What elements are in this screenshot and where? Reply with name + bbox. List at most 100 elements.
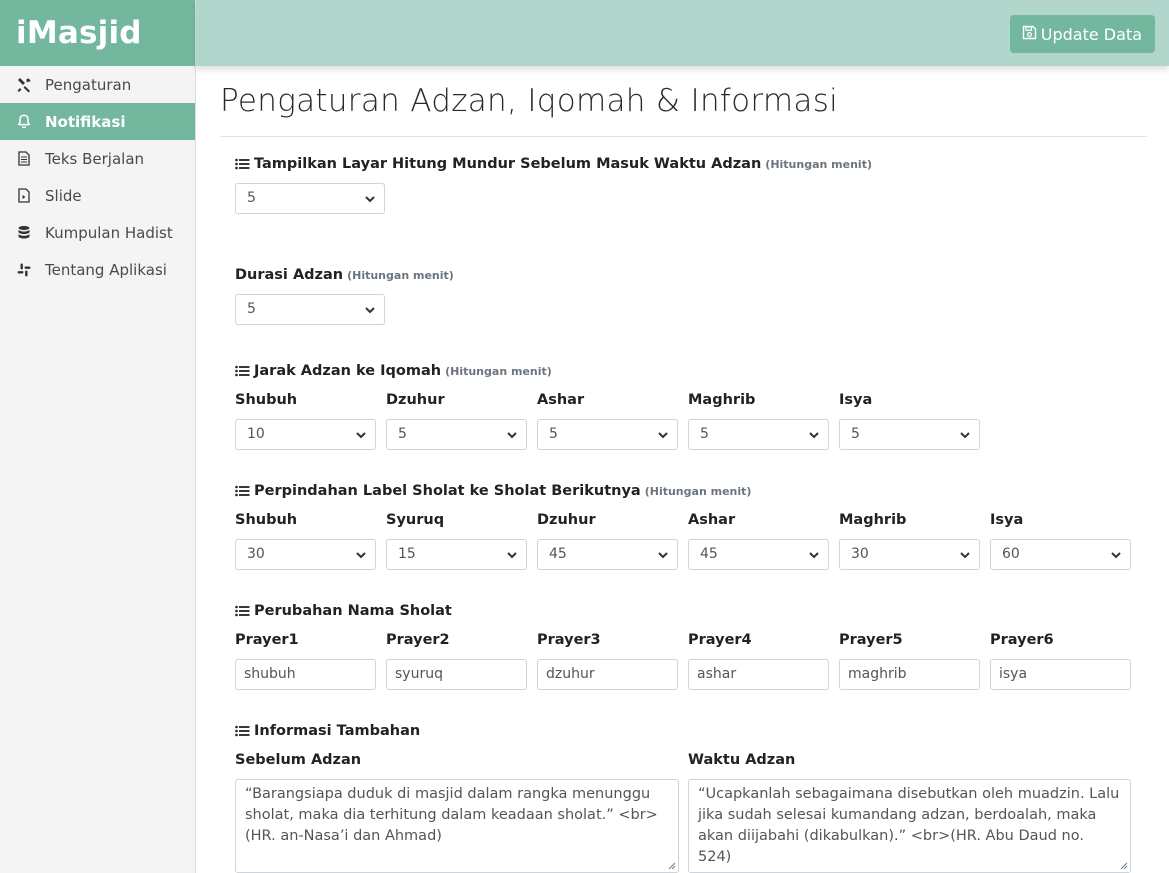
prayer-name-5: Prayer5 maghrib — [839, 630, 980, 690]
list-icon — [235, 158, 250, 170]
field-label: Waktu Adzan — [688, 752, 796, 768]
field-label: Ashar — [688, 512, 736, 528]
label-shift-hint: (Hitungan menit) — [644, 484, 752, 498]
resize-grip-icon[interactable] — [667, 861, 676, 870]
list-icon — [235, 485, 250, 497]
extra-info-section: Informasi Tambahan Sebelum Adzan “Barang… — [220, 721, 1147, 873]
chevron-down-icon — [365, 307, 375, 314]
field-label: Dzuhur — [537, 512, 596, 528]
chevron-down-icon — [960, 552, 970, 559]
adzan-duration-heading: Durasi Adzan (Hitungan menit) — [235, 265, 1147, 285]
countdown-select[interactable]: 5 — [235, 183, 385, 214]
iqomah-gap-isya: Isya 5 — [839, 390, 980, 450]
select-value: 5 — [398, 426, 407, 442]
update-data-label: Update Data — [1040, 24, 1142, 44]
field-label: Prayer3 — [537, 632, 601, 648]
iqomah-gap-dzuhur-select[interactable]: 5 — [386, 419, 527, 450]
label-shift-maghrib: Maghrib 30 — [839, 510, 980, 570]
label-shift-grid: Shubuh 30 Syuruq 15 Dzuhur 45 Ashar 45 M… — [235, 510, 1147, 570]
page-title: Pengaturan Adzan, Iqomah & Informasi — [220, 83, 839, 119]
iqomah-gap-ashar-select[interactable]: 5 — [537, 419, 678, 450]
label-shift-ashar: Ashar 45 — [688, 510, 829, 570]
resize-grip-icon[interactable] — [1119, 861, 1128, 870]
iqomah-gap-ashar: Ashar 5 — [537, 390, 678, 450]
field-label: Maghrib — [688, 392, 756, 408]
list-icon — [235, 605, 250, 617]
iqomah-gap-maghrib: Maghrib 5 — [688, 390, 829, 450]
sidebar-item-label: Tentang Aplikasi — [45, 260, 167, 279]
prayer-name-6: Prayer6 isya — [990, 630, 1131, 690]
field-label: Ashar — [537, 392, 585, 408]
sidebar-item-slide[interactable]: Slide — [0, 177, 195, 214]
brand-logo[interactable]: iMasjid — [0, 0, 195, 66]
prayer6-input[interactable]: isya — [990, 659, 1131, 690]
prayer-names-grid: Prayer1 shubuh Prayer2 syuruq Prayer3 dz… — [235, 630, 1147, 690]
select-value: 60 — [1002, 546, 1020, 562]
during-adzan-textarea[interactable]: “Ucapkanlah sebagaimana disebutkan oleh … — [688, 779, 1131, 873]
iqomah-gap-maghrib-select[interactable]: 5 — [688, 419, 829, 450]
prayer1-input[interactable]: shubuh — [235, 659, 376, 690]
label-shift-dzuhur-select[interactable]: 45 — [537, 539, 678, 570]
prayer-names-heading: Perubahan Nama Sholat — [235, 601, 1147, 621]
prayer4-input[interactable]: ashar — [688, 659, 829, 690]
field-label: Isya — [990, 512, 1024, 528]
sidebar-nav: Pengaturan Notifikasi Teks Berjalan Slid… — [0, 66, 195, 288]
chevron-down-icon — [365, 196, 375, 203]
select-value: 5 — [851, 426, 860, 442]
countdown-heading: Tampilkan Layar Hitung Mundur Sebelum Ma… — [235, 154, 1147, 174]
sidebar-item-notifikasi[interactable]: Notifikasi — [0, 103, 195, 140]
iqomah-gap-isya-select[interactable]: 5 — [839, 419, 980, 450]
select-value: 10 — [247, 426, 265, 442]
label-shift-shubuh: Shubuh 30 — [235, 510, 376, 570]
main-content: Pengaturan Adzan, Iqomah & Informasi Tam… — [220, 66, 1147, 873]
prayer-name-2: Prayer2 syuruq — [386, 630, 527, 690]
chevron-down-icon — [507, 552, 517, 559]
countdown-hint: (Hitungan menit) — [765, 157, 872, 171]
iqomah-gap-shubuh: Shubuh 10 — [235, 390, 376, 450]
iqomah-gap-dzuhur: Dzuhur 5 — [386, 390, 527, 450]
save-icon — [1022, 25, 1037, 44]
tools-icon — [16, 77, 32, 93]
file-icon — [16, 188, 32, 204]
select-value: 45 — [549, 546, 567, 562]
sidebar-item-kumpulan-hadist[interactable]: Kumpulan Hadist — [0, 214, 195, 251]
field-label: Prayer4 — [688, 632, 752, 648]
label-shift-syuruq-select[interactable]: 15 — [386, 539, 527, 570]
topbar: Update Data — [196, 0, 1169, 66]
prayer-name-3: Prayer3 dzuhur — [537, 630, 678, 690]
extra-info-title: Informasi Tambahan — [254, 723, 421, 739]
sidebar-item-pengaturan[interactable]: Pengaturan — [0, 66, 195, 103]
chevron-down-icon — [809, 432, 819, 439]
label-shift-section: Perpindahan Label Sholat ke Sholat Berik… — [220, 481, 1147, 570]
list-icon — [235, 365, 250, 377]
label-shift-shubuh-select[interactable]: 30 — [235, 539, 376, 570]
label-shift-ashar-select[interactable]: 45 — [688, 539, 829, 570]
adzan-duration-select[interactable]: 5 — [235, 294, 385, 325]
extra-info-grid: Sebelum Adzan “Barangsiapa duduk di masj… — [235, 750, 1147, 873]
sidebar: iMasjid Pengaturan Notifikasi Teks Berja… — [0, 0, 196, 873]
prayer3-input[interactable]: dzuhur — [537, 659, 678, 690]
textarea-value: “Ucapkanlah sebagaimana disebutkan oleh … — [698, 786, 1120, 865]
chevron-down-icon — [809, 552, 819, 559]
before-adzan-textarea[interactable]: “Barangsiapa duduk di masjid dalam rangk… — [235, 779, 679, 873]
iqomah-gap-section: Jarak Adzan ke Iqomah (Hitungan menit) S… — [220, 361, 1147, 450]
label-shift-maghrib-select[interactable]: 30 — [839, 539, 980, 570]
sidebar-item-tentang-aplikasi[interactable]: Tentang Aplikasi — [0, 251, 195, 288]
sidebar-item-teks-berjalan[interactable]: Teks Berjalan — [0, 140, 195, 177]
chevron-down-icon — [356, 552, 366, 559]
sidebar-item-label: Teks Berjalan — [45, 149, 145, 168]
sidebar-item-label: Notifikasi — [45, 112, 126, 131]
chevron-down-icon — [960, 432, 970, 439]
select-value: 30 — [247, 546, 265, 562]
prayer2-input[interactable]: syuruq — [386, 659, 527, 690]
field-label: Shubuh — [235, 392, 298, 408]
field-label: Prayer2 — [386, 632, 450, 648]
document-icon — [16, 151, 32, 167]
prayer5-input[interactable]: maghrib — [839, 659, 980, 690]
chevron-down-icon — [507, 432, 517, 439]
field-label: Dzuhur — [386, 392, 445, 408]
label-shift-heading: Perpindahan Label Sholat ke Sholat Berik… — [235, 481, 1147, 501]
label-shift-isya-select[interactable]: 60 — [990, 539, 1131, 570]
iqomah-gap-shubuh-select[interactable]: 10 — [235, 419, 376, 450]
update-data-button[interactable]: Update Data — [1009, 15, 1155, 53]
